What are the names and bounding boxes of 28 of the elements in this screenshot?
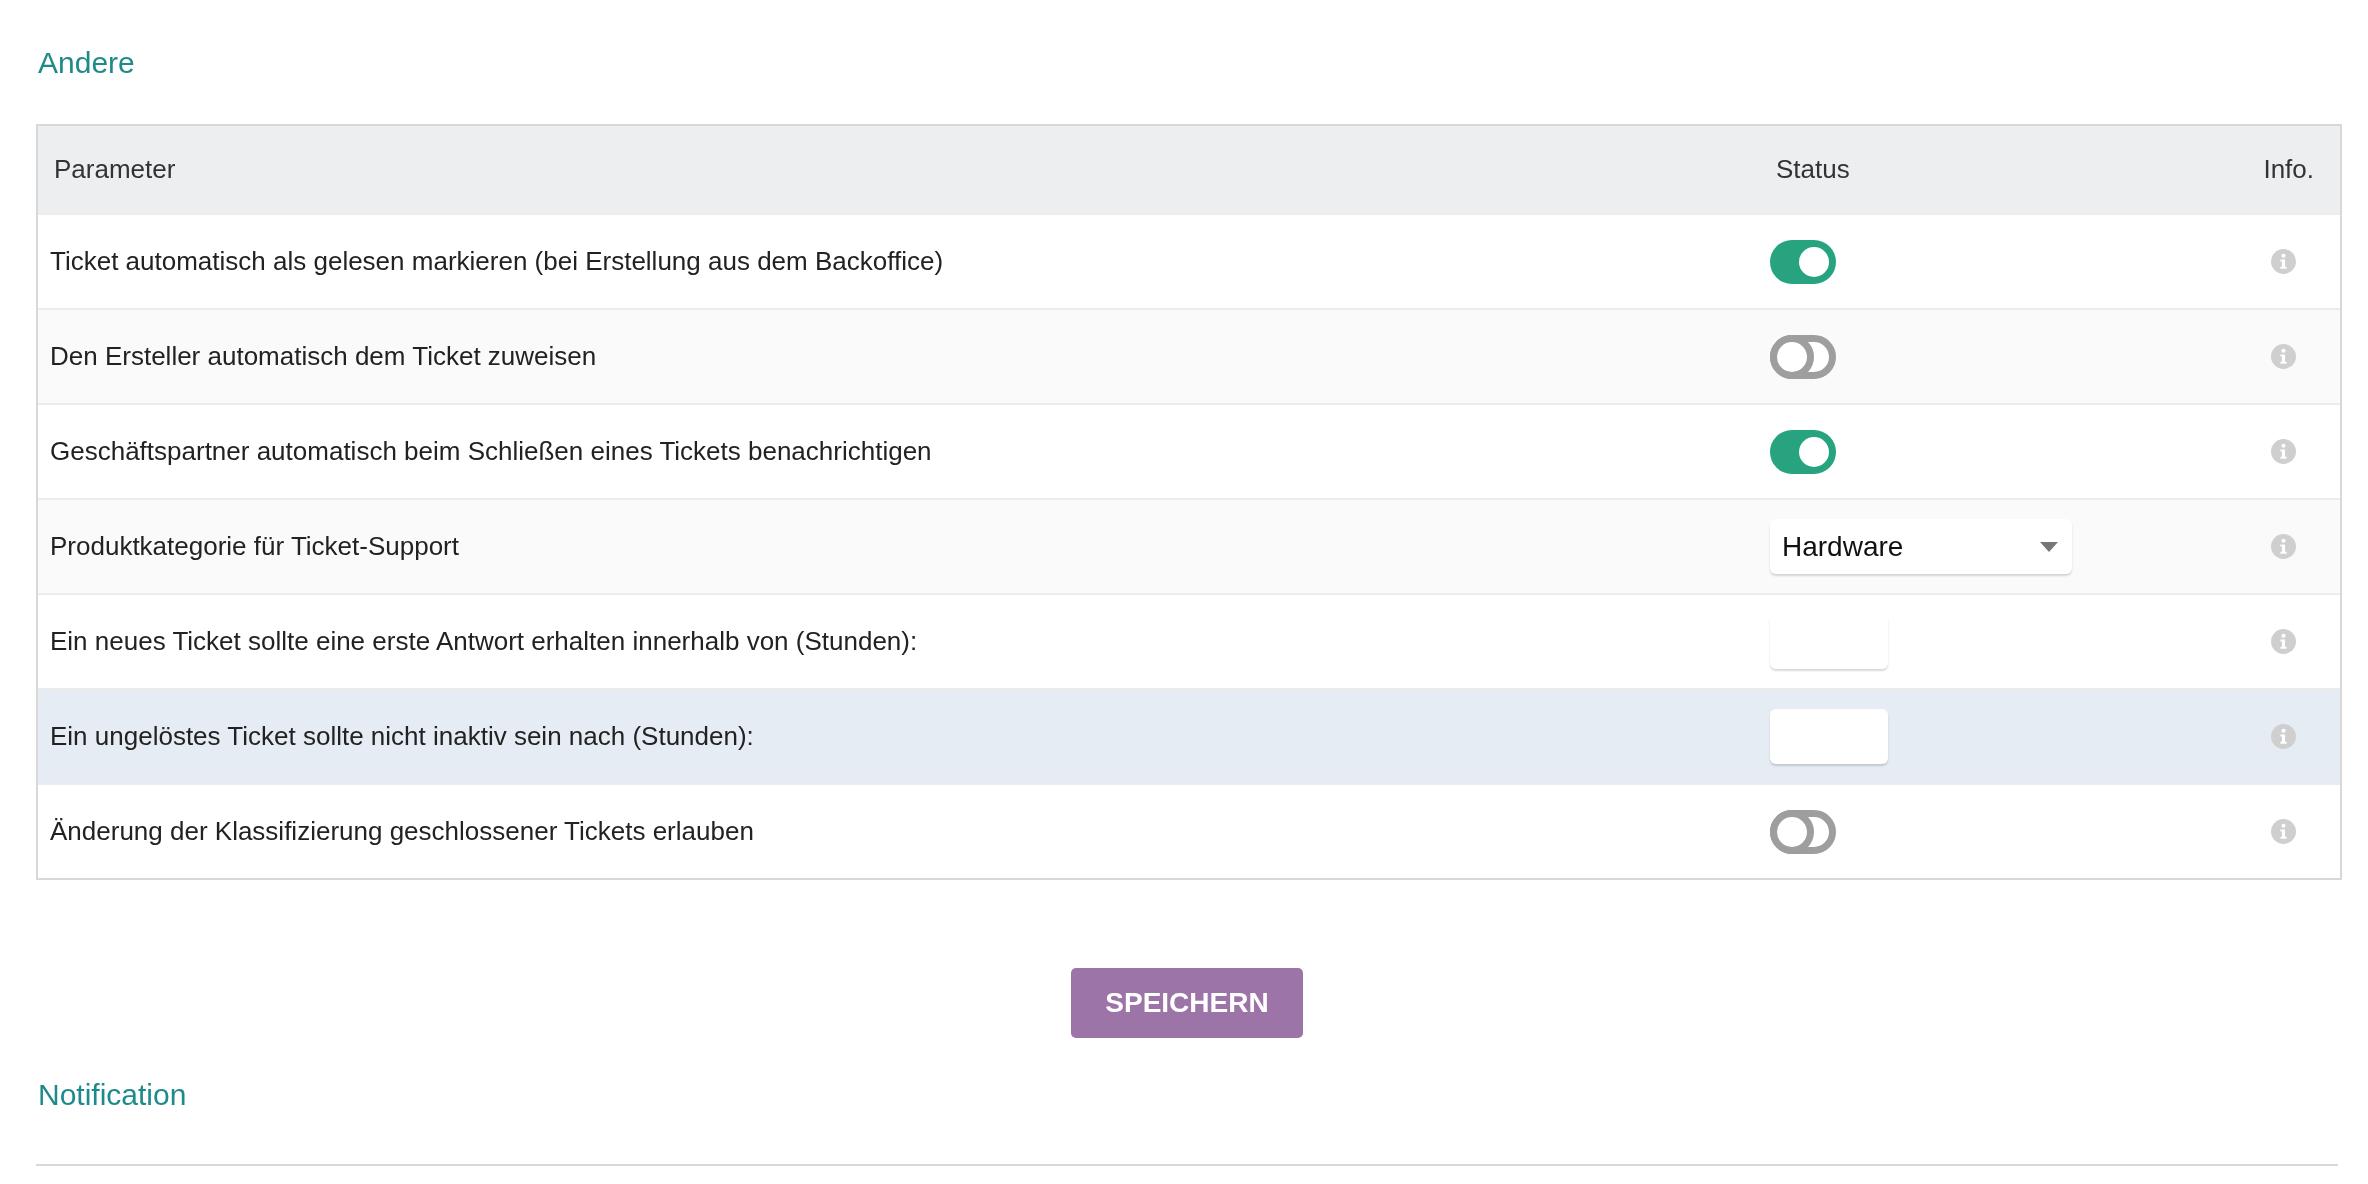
toggle-switch[interactable] [1770, 429, 1836, 474]
category-dropdown[interactable]: Hardware [1770, 519, 2072, 574]
info-icon[interactable] [2271, 439, 2296, 464]
parameter-label: Geschäftspartner automatisch beim Schließen eines Tickets benachrichtigen [49, 436, 933, 467]
hours-input-field[interactable] [1770, 709, 1888, 764]
info-icon[interactable] [2271, 534, 2296, 559]
toggle-switch[interactable] [1770, 239, 1836, 284]
toggle-switch[interactable] [1770, 809, 1836, 854]
info-icon[interactable] [2271, 724, 2296, 749]
info-icon[interactable] [2271, 249, 2296, 274]
column-header: Info. [2262, 154, 2315, 185]
column-header: Status [1775, 154, 1851, 185]
parameter-label: Den Ersteller automatisch dem Ticket zuweisen [49, 341, 598, 372]
parameter-label: Ticket automatisch als gelesen markieren (bei Erstellung aus dem Backoffice) [49, 246, 945, 277]
section-title: Andere [38, 46, 135, 80]
save-button[interactable]: SPEICHERN [1071, 968, 1303, 1038]
toggle-switch[interactable] [1770, 334, 1836, 379]
info-icon[interactable] [2271, 819, 2296, 844]
caret-icon [2040, 541, 2058, 552]
hours-input-field[interactable] [1770, 614, 1888, 669]
column-header: Parameter [53, 154, 177, 185]
info-icon[interactable] [2271, 344, 2296, 369]
parameter-label: Ein ungelöstes Ticket sollte nicht inaktiv sein nach (Stunden): [49, 721, 755, 752]
parameter-label: Änderung der Klassifizierung geschlossener Tickets erlauben [49, 816, 755, 847]
parameter-label: Ein neues Ticket sollte eine erste Antwort erhalten innerhalb von (Stunden): [49, 626, 919, 657]
info-icon[interactable] [2271, 629, 2296, 654]
parameter-label: Produktkategorie für Ticket-Support [49, 531, 460, 562]
section-title: Notification [38, 1078, 187, 1112]
